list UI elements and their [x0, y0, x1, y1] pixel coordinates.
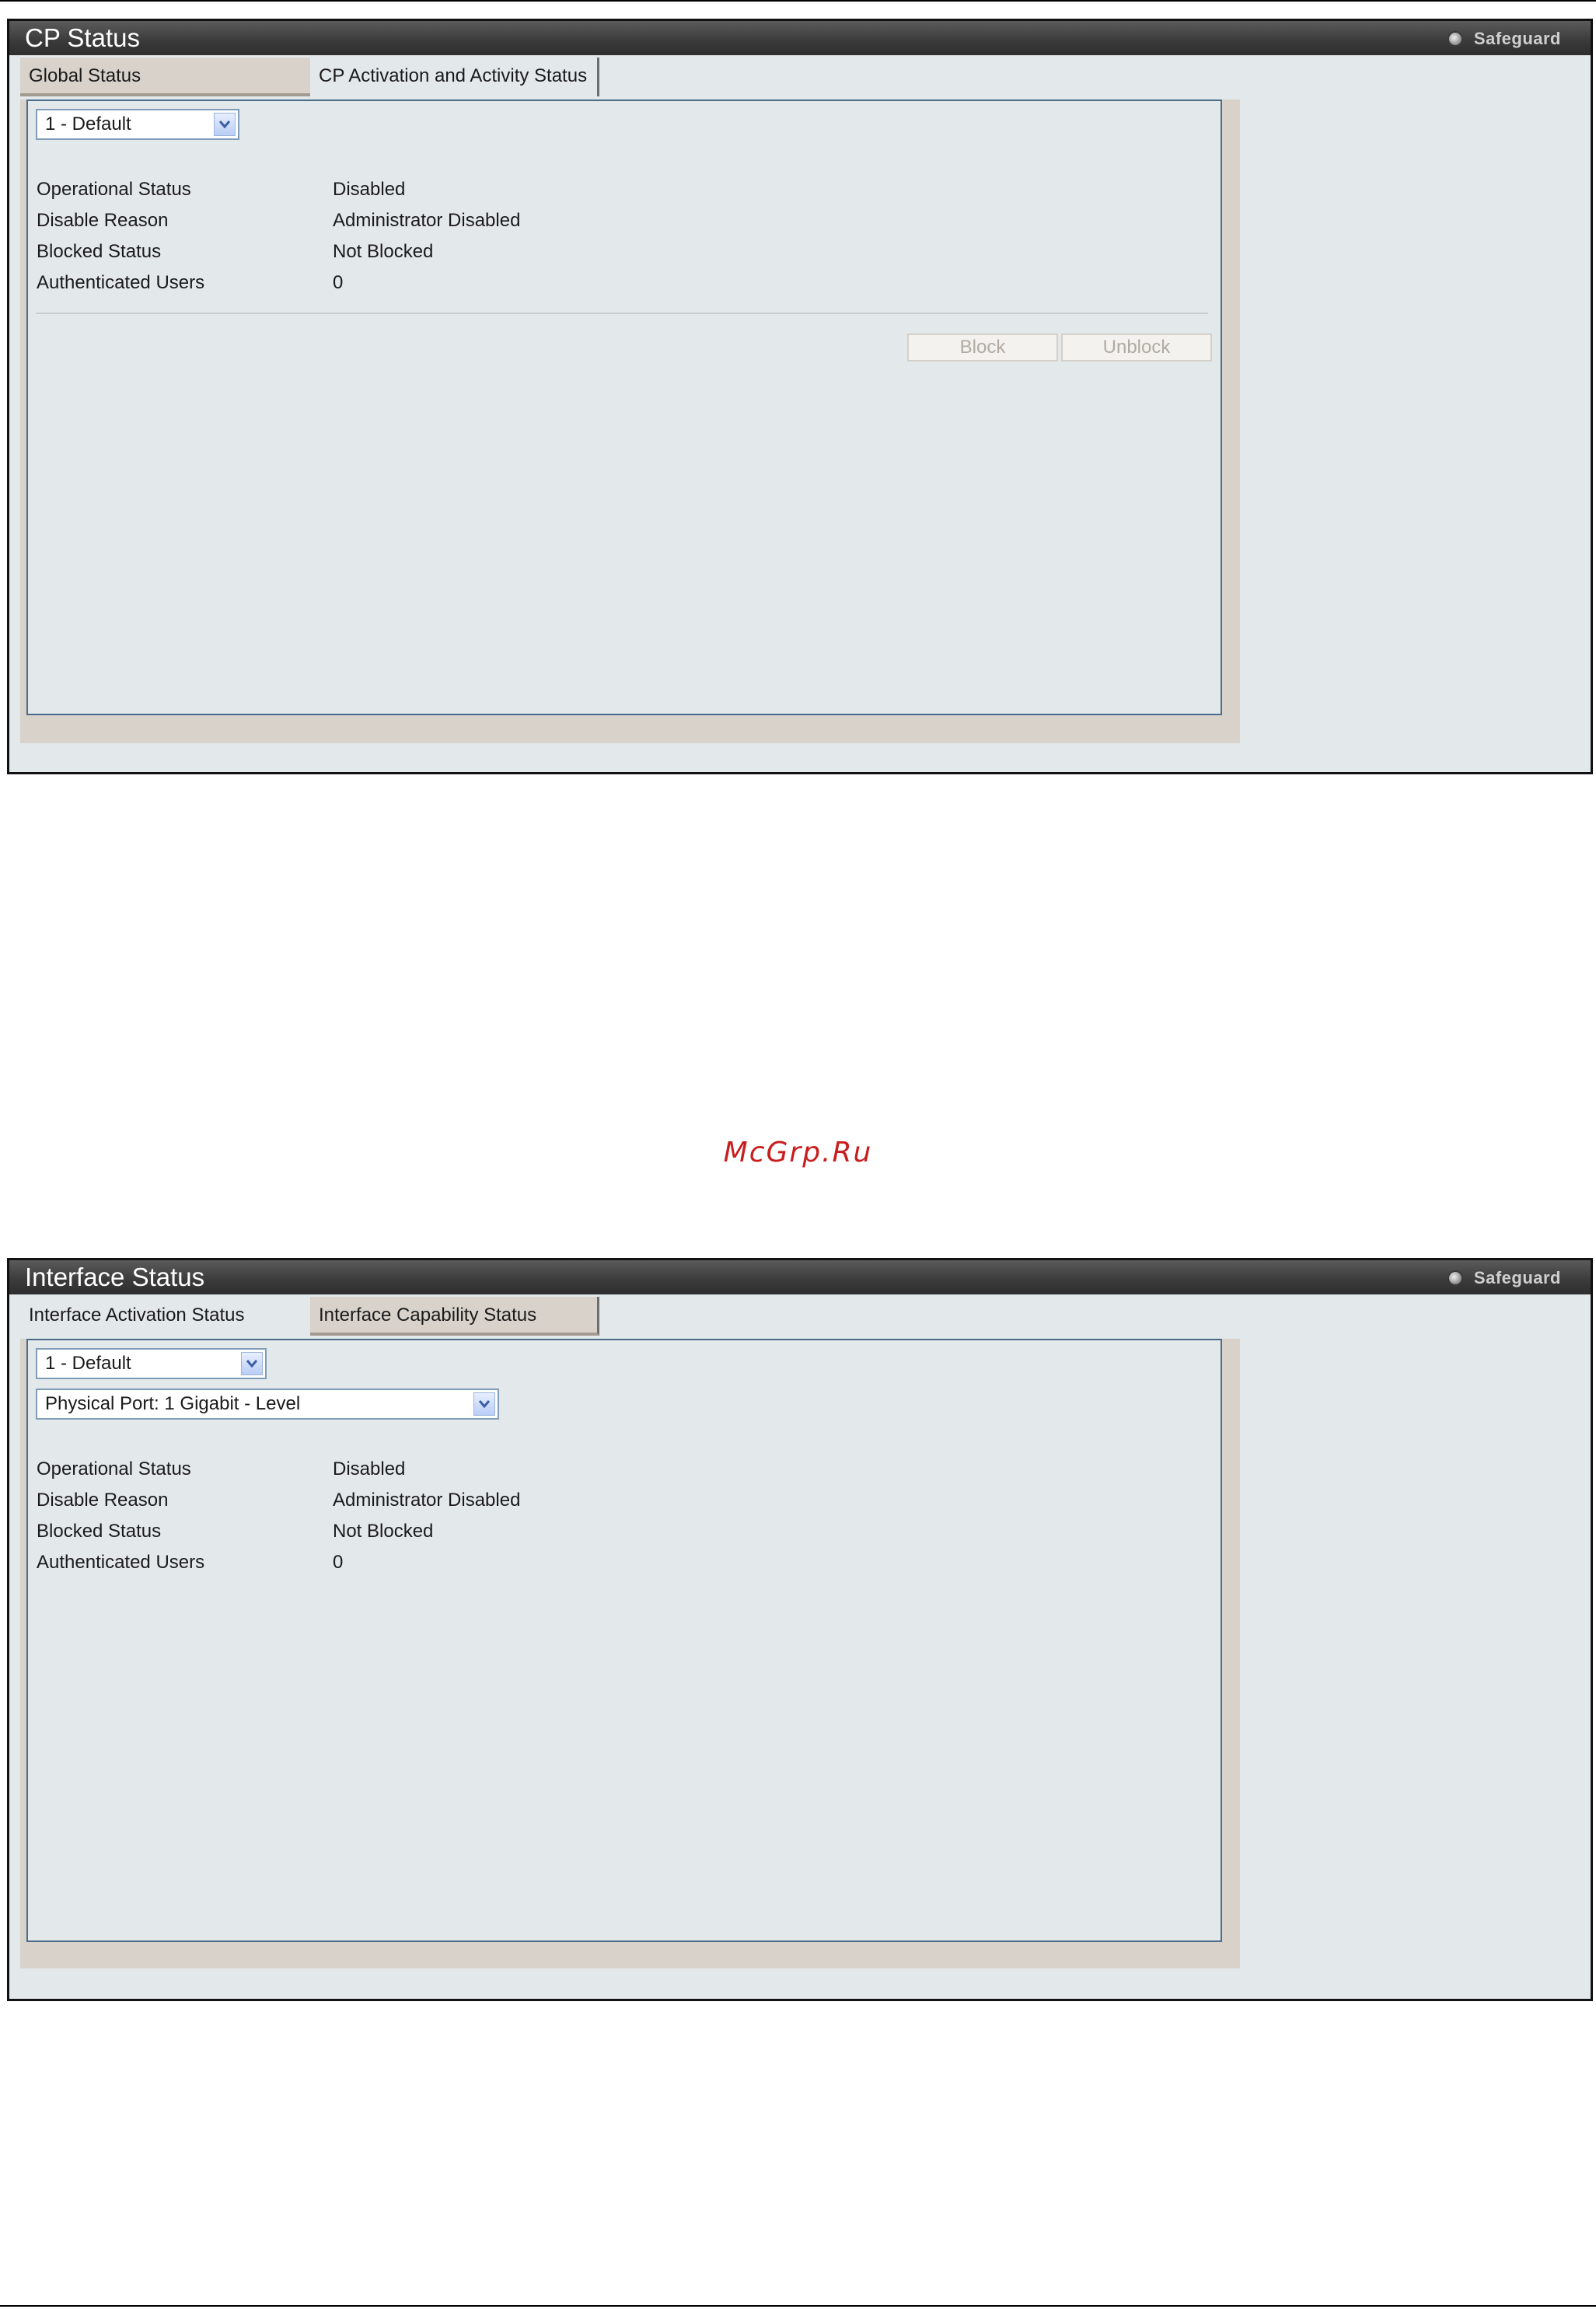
content-divider: [36, 313, 1208, 314]
cp-status-panel: CP Status Safeguard Global Status CP Act…: [7, 19, 1593, 774]
watermark-text: McGrp.Ru: [723, 1137, 873, 1168]
unblock-button[interactable]: Unblock: [1061, 334, 1212, 362]
label-authenticated-users: Authenticated Users: [37, 272, 205, 293]
safeguard-indicator: Safeguard: [1447, 29, 1561, 49]
cp-select[interactable]: 1 - Default: [36, 109, 239, 140]
value-blocked-status: Not Blocked: [333, 1521, 434, 1542]
tab-label: Interface Capability Status: [319, 1305, 537, 1326]
chevron-down-icon[interactable]: [241, 1352, 263, 1375]
value-authenticated-users: 0: [333, 1552, 344, 1573]
interface-status-panel: Interface Status Safeguard Interface Act…: [7, 1258, 1593, 2001]
cp-status-content: 1 - Default Operational Status Disabled …: [26, 100, 1222, 715]
interface-status-content: 1 - Default Physical Port: 1 Gigabit - L…: [26, 1339, 1222, 1942]
chevron-down-icon[interactable]: [214, 113, 236, 136]
port-select-value: Physical Port: 1 Gigabit - Level: [45, 1393, 301, 1414]
cp-status-title: CP Status: [25, 23, 140, 52]
interface-status-frame: 1 - Default Physical Port: 1 Gigabit - L…: [20, 1339, 1240, 1968]
tab-interface-capability-status[interactable]: Interface Capability Status: [310, 1297, 599, 1336]
cp-select-value: 1 - Default: [45, 114, 131, 134]
label-disable-reason: Disable Reason: [37, 210, 169, 231]
tab-label: CP Activation and Activity Status: [319, 65, 588, 86]
block-button[interactable]: Block: [907, 334, 1058, 362]
tab-cp-activation-and-activity-status[interactable]: CP Activation and Activity Status: [310, 58, 599, 96]
safeguard-label: Safeguard: [1473, 29, 1561, 48]
value-disable-reason: Administrator Disabled: [333, 210, 521, 231]
cp-select-value: 1 - Default: [45, 1353, 131, 1374]
port-select[interactable]: Physical Port: 1 Gigabit - Level: [36, 1389, 499, 1420]
tab-label: Global Status: [29, 65, 141, 86]
tab-label: Interface Activation Status: [29, 1305, 245, 1326]
interface-status-title: Interface Status: [25, 1263, 205, 1291]
value-blocked-status: Not Blocked: [333, 241, 434, 262]
chevron-down-icon[interactable]: [473, 1392, 495, 1416]
label-authenticated-users: Authenticated Users: [37, 1552, 205, 1573]
value-operational-status: Disabled: [333, 179, 406, 200]
interface-status-titlebar: Interface Status Safeguard: [9, 1260, 1591, 1294]
bottom-rule: [0, 2305, 1596, 2307]
safeguard-label: Safeguard: [1473, 1268, 1561, 1287]
tab-interface-activation-status[interactable]: Interface Activation Status: [20, 1297, 310, 1336]
value-operational-status: Disabled: [333, 1458, 406, 1479]
safeguard-icon: [1447, 1270, 1463, 1286]
label-disable-reason: Disable Reason: [37, 1490, 169, 1511]
value-authenticated-users: 0: [333, 272, 344, 293]
label-operational-status: Operational Status: [37, 1458, 191, 1479]
cp-status-titlebar: CP Status Safeguard: [9, 21, 1591, 55]
tab-global-status[interactable]: Global Status: [20, 58, 310, 96]
cp-select[interactable]: 1 - Default: [36, 1348, 267, 1379]
label-operational-status: Operational Status: [37, 179, 191, 200]
cp-status-frame: 1 - Default Operational Status Disabled …: [20, 100, 1240, 743]
label-blocked-status: Blocked Status: [37, 1521, 162, 1542]
value-disable-reason: Administrator Disabled: [333, 1490, 521, 1511]
safeguard-indicator: Safeguard: [1447, 1268, 1561, 1288]
safeguard-icon: [1447, 31, 1463, 47]
label-blocked-status: Blocked Status: [37, 241, 162, 262]
top-rule: [0, 0, 1596, 2]
